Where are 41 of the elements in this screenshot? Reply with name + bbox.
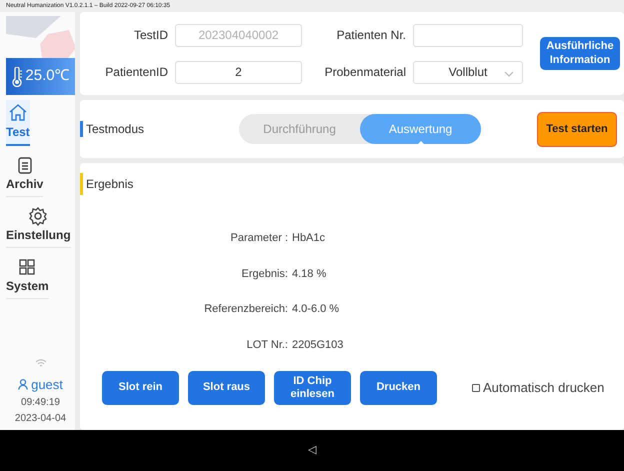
user-name: guest (31, 376, 63, 394)
nav-item[interactable]: Test (6, 100, 30, 146)
action-button[interactable]: ID Chip einlesen (274, 371, 351, 405)
start-test-button[interactable]: Test starten (537, 112, 617, 146)
temperature-display: 25.0℃ (6, 58, 75, 95)
details-button[interactable]: Ausführliche Information (540, 37, 620, 70)
section-title: Ergebnis (80, 173, 134, 195)
date-text: 2023-04-04 (14, 412, 66, 426)
result-value: 2205G103 (292, 338, 344, 352)
section-title: Testmodus (80, 121, 144, 137)
result-label: Parameter : (230, 231, 288, 246)
result-value: 4.0-6.0 % (292, 302, 340, 317)
user-icon (18, 378, 28, 390)
wifi-icon (34, 358, 46, 368)
result-value: 4.18 % (292, 266, 328, 282)
result-value: HbA1c (292, 231, 326, 246)
result-label: Ergebnis: (240, 266, 288, 282)
chevron-down-icon (504, 70, 514, 76)
result-label: LOT Nr.: (246, 338, 288, 352)
nav-item[interactable]: Archiv (6, 151, 44, 197)
nav-item[interactable]: Einstellung (6, 202, 71, 248)
action-button[interactable]: Drucken (360, 371, 437, 405)
field-label: Patienten Nr. (336, 27, 406, 44)
home-icon (8, 103, 28, 123)
action-button[interactable]: Slot raus (188, 371, 265, 405)
result-label: Referenzbereich: (203, 302, 288, 317)
input-field[interactable]: 2 (175, 60, 302, 84)
select-field[interactable]: Vollblut (413, 60, 523, 84)
grid-icon (17, 256, 38, 276)
input-field[interactable] (413, 24, 523, 46)
back-button[interactable]: ◁ (308, 442, 316, 459)
input-field[interactable]: 202304040002 (175, 24, 302, 46)
clock-time: 09:49:19 (21, 396, 60, 410)
settings-icon (28, 206, 48, 226)
nav-item[interactable]: System (6, 253, 49, 299)
auto-print-checkbox[interactable]: Automatisch drucken (472, 378, 604, 398)
field-label: TestID (132, 27, 168, 44)
field-label: PatientenID (104, 64, 168, 81)
field-label: Probenmaterial (324, 64, 406, 81)
action-button[interactable]: Slot rein (102, 371, 179, 405)
thermometer-icon (11, 66, 24, 86)
